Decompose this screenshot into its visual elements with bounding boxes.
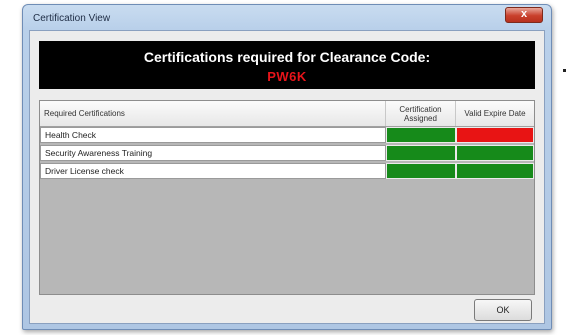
clearance-header: Certifications required for Clearance Co… [39, 41, 535, 89]
table-row[interactable]: Security Awareness Training [40, 145, 534, 161]
column-header-certification-assigned[interactable]: Certification Assigned [386, 101, 456, 126]
window-title: Certification View [33, 13, 111, 24]
certification-name[interactable]: Driver License check [40, 163, 386, 179]
header-title: Certifications required for Clearance Co… [143, 49, 431, 65]
assigned-status-cell [386, 163, 456, 179]
table-row[interactable]: Driver License check [40, 163, 534, 179]
clearance-code: PW6K [267, 69, 307, 84]
certification-name[interactable]: Security Awareness Training [40, 145, 386, 161]
title-bar[interactable]: Certification View x [23, 5, 551, 31]
table-row[interactable]: Health Check [40, 127, 534, 143]
close-button[interactable]: x [505, 7, 543, 23]
stray-pixel-mark [563, 69, 566, 72]
certification-view-window: Certification View x Certifications requ… [22, 4, 552, 330]
ok-button[interactable]: OK [474, 299, 532, 321]
assigned-status-cell [386, 127, 456, 143]
grid-header: Required Certifications Certification As… [40, 101, 534, 127]
column-header-required-certifications[interactable]: Required Certifications [40, 101, 386, 126]
column-header-valid-expire-date[interactable]: Valid Expire Date [456, 101, 534, 126]
valid-expire-status-cell [456, 163, 534, 179]
certification-name[interactable]: Health Check [40, 127, 386, 143]
assigned-status-cell [386, 145, 456, 161]
dialog-body: Certifications required for Clearance Co… [29, 30, 545, 324]
certifications-grid: Required Certifications Certification As… [39, 100, 535, 295]
valid-expire-status-cell [456, 145, 534, 161]
close-icon: x [520, 8, 528, 20]
valid-expire-status-cell [456, 127, 534, 143]
